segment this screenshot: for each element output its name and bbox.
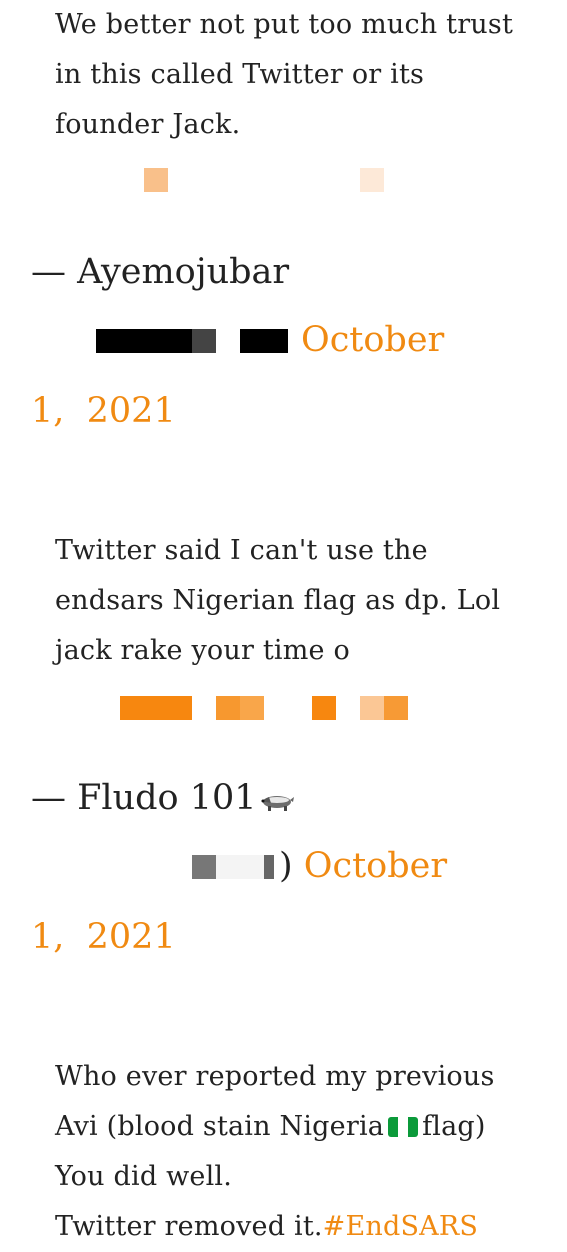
nigeria-flag-icon [388,1117,419,1137]
tweet-1-meta: October 1, 2021 [31,305,551,447]
tweet-3-line-2b: flag) [422,1111,486,1142]
tweet-3-line-2: Avi (blood stain Nigeria flag) [55,1102,525,1152]
tweet-2-author-name: — Fludo 101 [31,778,257,818]
tweet-2-meta: ) October 1, 2021 [31,831,551,973]
tweet-1-author: — Ayemojubar [31,252,290,292]
tweet-3-text: Who ever reported my previous Avi (blood… [55,1052,525,1252]
tweet-3-line-4-text: Twitter removed it. [55,1211,323,1242]
tweet-1-link-redacted[interactable] [140,166,440,194]
tweet-2-link-redacted[interactable] [118,694,438,722]
tweet-2-text: Twitter said I can't use the endsars Nig… [55,535,501,666]
tweet-2-handle-redacted[interactable] [31,853,279,883]
tweet-3-line-4: Twitter removed it.#EndSARS [55,1202,525,1252]
badger-icon [257,782,295,811]
tweet-2-author: — Fludo 101 [31,778,295,818]
tweet-2-paren: ) [279,846,293,886]
hashtag-endsars-link[interactable]: #EndSARS [323,1211,478,1242]
tweet-3-line-1: Who ever reported my previous [55,1061,495,1092]
tweet-3-line-2a: Avi (blood stain Nigeria [55,1111,385,1142]
tweet-3-line-3: You did well. [55,1161,233,1192]
tweet-1-text: We better not put too much trust in this… [55,9,514,140]
tweet-1-handle-redacted[interactable] [31,327,301,357]
